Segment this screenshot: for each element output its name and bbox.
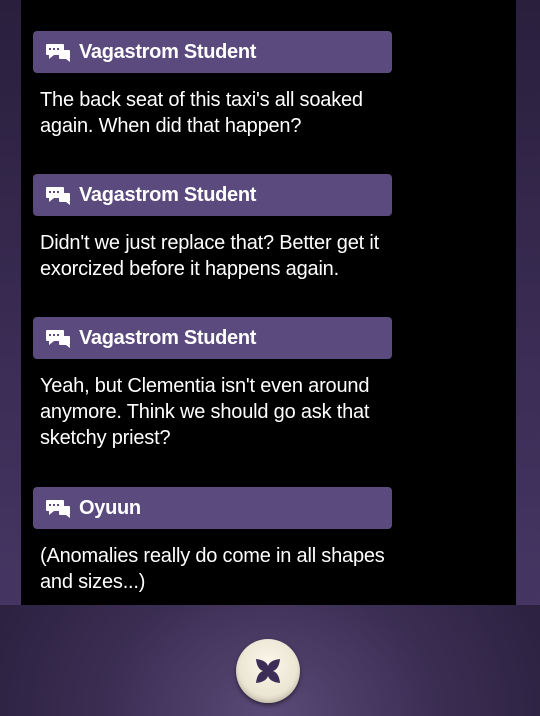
speech-bubble-icon: [46, 500, 70, 518]
dialogue-text: The back seat of this taxi's all soaked …: [40, 89, 363, 137]
speech-bubble-icon: [46, 187, 70, 205]
log-entry: Vagastrom Student Yeah, but Clementia is…: [33, 317, 393, 451]
dialogue-text: Didn't we just replace that? Better get …: [40, 232, 379, 280]
speaker-name: Oyuun: [79, 496, 141, 519]
speaker-name: Vagastrom Student: [79, 326, 257, 349]
dialogue-text: (Anomalies really do come in all shapes …: [40, 545, 385, 593]
speaker-name: Vagastrom Student: [79, 183, 257, 206]
log-entry: Vagastrom Student The back seat of this …: [33, 31, 393, 139]
speaker-bar: Oyuun: [33, 487, 392, 529]
dialogue-text: Yeah, but Clementia isn't even around an…: [40, 375, 370, 449]
dialogue-log-panel[interactable]: Vagastrom Student The back seat of this …: [21, 0, 516, 605]
close-button[interactable]: [236, 639, 300, 703]
speaker-name: Vagastrom Student: [79, 40, 257, 63]
close-x-icon: [256, 659, 280, 683]
speech-bubble-icon: [46, 330, 70, 348]
background-left-frame: [0, 0, 21, 605]
speaker-bar: Vagastrom Student: [33, 317, 392, 359]
speaker-bar: Vagastrom Student: [33, 31, 392, 73]
speaker-bar: Vagastrom Student: [33, 174, 392, 216]
background-right-frame: [516, 0, 540, 605]
log-entry: Oyuun (Anomalies really do come in all s…: [33, 487, 393, 595]
speech-bubble-icon: [46, 44, 70, 62]
log-entry: Vagastrom Student Didn't we just replace…: [33, 174, 393, 282]
